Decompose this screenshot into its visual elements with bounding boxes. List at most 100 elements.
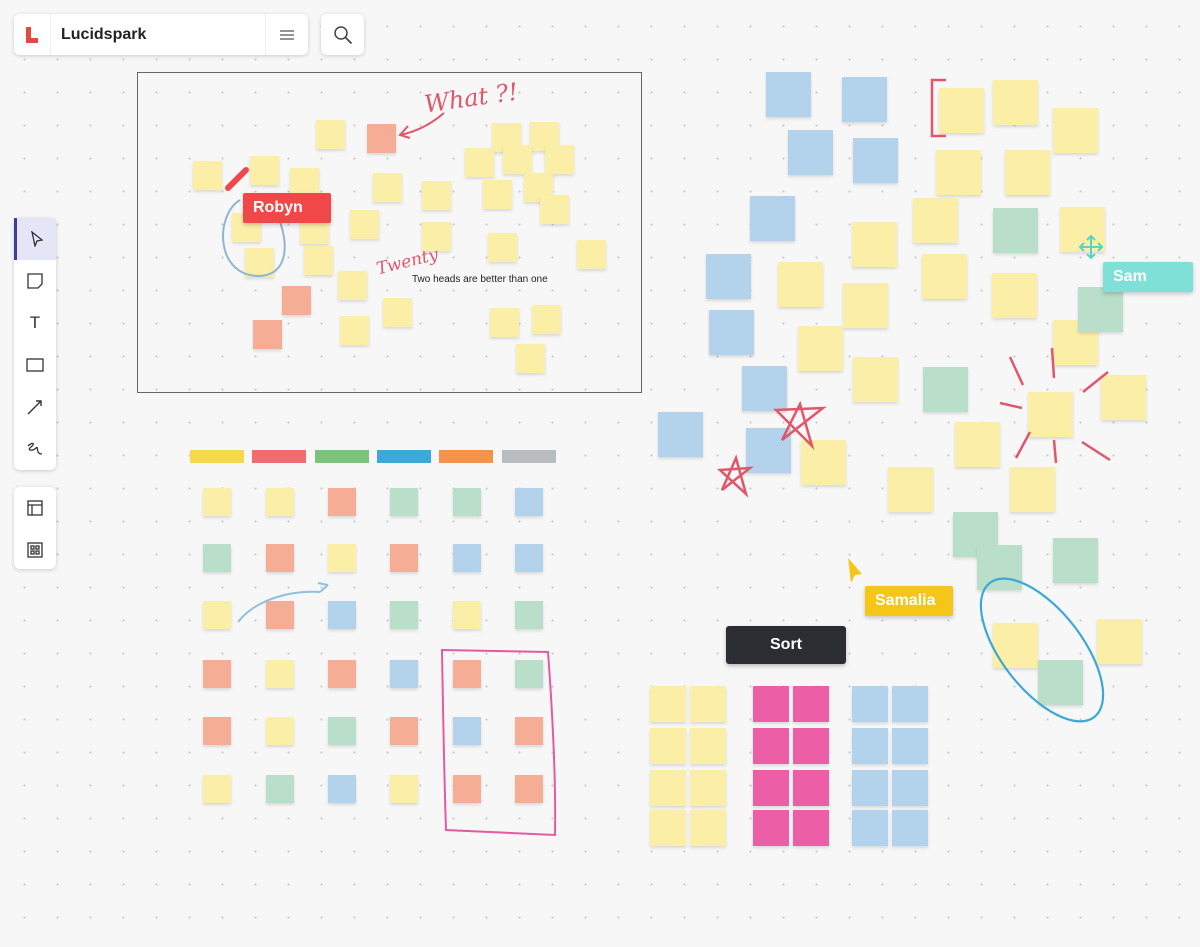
sticky-note[interactable] <box>453 717 481 745</box>
sticky-note[interactable] <box>328 775 356 803</box>
sticky-note[interactable] <box>842 77 887 122</box>
category-color-bar[interactable] <box>314 450 369 463</box>
sticky-note[interactable] <box>888 467 933 512</box>
sticky-note[interactable] <box>383 298 412 327</box>
search-button[interactable] <box>321 14 364 55</box>
sticky-note[interactable] <box>373 173 402 202</box>
sticky-note[interactable] <box>742 366 787 411</box>
sticky-note[interactable] <box>913 198 958 243</box>
sticky-note[interactable] <box>328 717 356 745</box>
sticky-note[interactable] <box>922 254 967 299</box>
sticky-note[interactable] <box>453 488 481 516</box>
sticky-note[interactable] <box>923 367 968 412</box>
sticky-note[interactable] <box>1010 467 1055 512</box>
sticky-note[interactable] <box>245 248 274 277</box>
sticky-note[interactable] <box>993 623 1038 668</box>
sticky-note[interactable] <box>328 488 356 516</box>
sticky-note[interactable] <box>282 286 311 315</box>
sticky-note[interactable] <box>853 138 898 183</box>
sticky-note[interactable] <box>992 273 1037 318</box>
sticky-note[interactable] <box>266 660 294 688</box>
sticky-note[interactable] <box>892 728 928 764</box>
sticky-note[interactable] <box>545 145 574 174</box>
text-tool[interactable]: T <box>14 302 56 344</box>
sticky-note[interactable] <box>203 660 231 688</box>
category-color-bar[interactable] <box>376 450 431 463</box>
sticky-note[interactable] <box>390 601 418 629</box>
sticky-note[interactable] <box>390 775 418 803</box>
sticky-note[interactable] <box>955 422 1000 467</box>
canvas-frame[interactable] <box>137 72 642 393</box>
sticky-note[interactable] <box>793 770 829 806</box>
sticky-note[interactable] <box>266 544 294 572</box>
sticky-note[interactable] <box>939 88 984 133</box>
sticky-note[interactable] <box>690 728 726 764</box>
sticky-note[interactable] <box>540 195 569 224</box>
sticky-note[interactable] <box>658 412 703 457</box>
sticky-note[interactable] <box>1097 619 1142 664</box>
sticky-note[interactable] <box>853 357 898 402</box>
sticky-note[interactable] <box>650 810 686 846</box>
sticky-note[interactable] <box>390 488 418 516</box>
category-color-bar[interactable] <box>439 450 494 463</box>
sticky-note[interactable] <box>993 208 1038 253</box>
sticky-note[interactable] <box>350 210 379 239</box>
sticky-note[interactable] <box>1038 660 1083 705</box>
line-tool[interactable] <box>14 386 56 428</box>
sticky-note[interactable] <box>203 488 231 516</box>
sticky-note[interactable] <box>203 544 231 572</box>
sticky-note[interactable] <box>266 775 294 803</box>
sort-button[interactable]: Sort <box>726 626 846 664</box>
sticky-note[interactable] <box>422 181 451 210</box>
sticky-note[interactable] <box>993 80 1038 125</box>
sticky-note[interactable] <box>515 775 543 803</box>
sticky-note[interactable] <box>266 717 294 745</box>
sticky-note[interactable] <box>453 775 481 803</box>
sticky-note[interactable] <box>266 488 294 516</box>
sticky-note[interactable] <box>753 810 789 846</box>
sticky-note[interactable] <box>1101 375 1146 420</box>
category-color-bar[interactable] <box>252 450 307 463</box>
sticky-note[interactable] <box>746 428 791 473</box>
sticky-note[interactable] <box>453 660 481 688</box>
sticky-note[interactable] <box>328 660 356 688</box>
sticky-note[interactable] <box>852 770 888 806</box>
sticky-note[interactable] <box>488 233 517 262</box>
sticky-note[interactable] <box>793 728 829 764</box>
sticky-note[interactable] <box>390 544 418 572</box>
category-color-bar[interactable] <box>501 450 556 463</box>
sticky-note[interactable] <box>193 161 222 190</box>
sticky-note[interactable] <box>532 305 561 334</box>
sticky-note[interactable] <box>1078 287 1123 332</box>
sticky-note[interactable] <box>515 717 543 745</box>
sticky-note[interactable] <box>304 246 333 275</box>
frame-text[interactable]: Two heads are better than one <box>412 274 548 285</box>
sticky-note[interactable] <box>203 717 231 745</box>
sticky-note[interactable] <box>892 770 928 806</box>
sticky-note[interactable] <box>852 810 888 846</box>
sticky-note[interactable] <box>453 544 481 572</box>
sticky-note[interactable] <box>709 310 754 355</box>
sticky-note[interactable] <box>338 271 367 300</box>
sticky-note[interactable] <box>1053 108 1098 153</box>
sticky-note[interactable] <box>1060 207 1105 252</box>
sticky-note[interactable] <box>690 686 726 722</box>
sticky-note[interactable] <box>1005 150 1050 195</box>
sticky-note[interactable] <box>250 156 279 185</box>
sticky-note[interactable] <box>203 601 231 629</box>
sticky-note[interactable] <box>515 488 543 516</box>
sticky-note[interactable] <box>203 775 231 803</box>
sticky-note[interactable] <box>328 544 356 572</box>
sticky-note[interactable] <box>453 601 481 629</box>
sticky-note[interactable] <box>690 770 726 806</box>
sticky-note[interactable] <box>793 810 829 846</box>
sticky-note[interactable] <box>266 601 294 629</box>
menu-button[interactable] <box>265 14 308 55</box>
sticky-note[interactable] <box>390 717 418 745</box>
sticky-note[interactable] <box>340 316 369 345</box>
sticky-note[interactable] <box>788 130 833 175</box>
sticky-note[interactable] <box>490 308 519 337</box>
sticky-note[interactable] <box>1028 392 1073 437</box>
sticky-note[interactable] <box>253 320 282 349</box>
sticky-note[interactable] <box>690 810 726 846</box>
